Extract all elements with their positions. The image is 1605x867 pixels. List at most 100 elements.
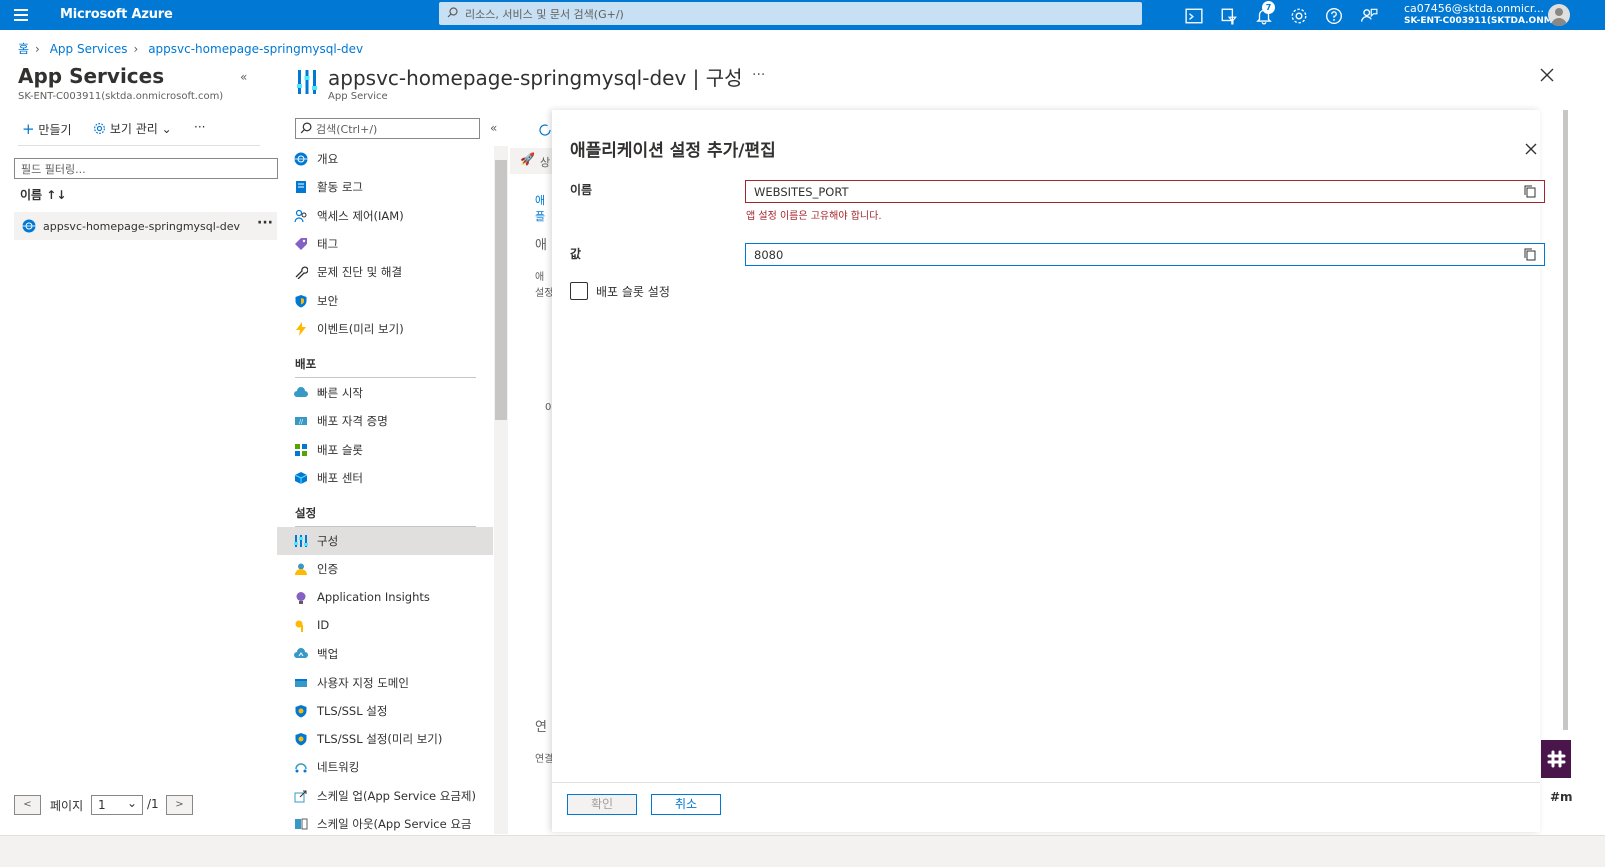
breadcrumb-app-services[interactable]: App Services (50, 42, 128, 56)
gear-icon (94, 123, 105, 134)
menu-item-label: 사용자 지정 도메인 (317, 675, 409, 690)
breadcrumb: 홈 › App Services › appsvc-homepage-springm… (18, 40, 369, 57)
background-banner-text: 상 (540, 156, 551, 169)
user-icon (294, 562, 308, 576)
resource-menu-search-input[interactable]: 검색(Ctrl+/) (295, 118, 480, 139)
menu-item-label: 태그 (317, 236, 339, 251)
menu-item[interactable]: 개요 (277, 145, 493, 173)
menu-item[interactable]: 문제 진단 및 해결 (277, 258, 493, 286)
feedback-icon[interactable] (1360, 7, 1378, 25)
manage-view-button[interactable]: 보기 관리 ⌄ (93, 120, 172, 137)
menu-item[interactable]: 스케일 아웃(App Service 요금 (277, 810, 493, 838)
hamburger-menu-icon[interactable] (14, 9, 28, 21)
tls-shield-icon (294, 732, 308, 746)
background-text: 애 (535, 272, 545, 283)
help-icon[interactable] (1325, 7, 1343, 25)
pager-prev-button[interactable]: < (14, 795, 41, 815)
slack-widget-icon[interactable] (1541, 740, 1571, 778)
background-text: 설정 (535, 288, 554, 299)
copy-icon[interactable] (1524, 248, 1536, 261)
name-field-value: WEBSITES_PORT (754, 185, 849, 199)
deployment-slot-setting-checkbox[interactable] (570, 282, 588, 300)
credentials-icon: // (294, 414, 308, 428)
resource-menu-collapse-icon[interactable]: « (490, 121, 497, 135)
list-item[interactable]: appsvc-homepage-springmysql-dev ··· (14, 212, 277, 240)
name-field[interactable]: WEBSITES_PORT (745, 180, 1545, 203)
user-avatar-icon (1551, 8, 1567, 26)
menu-item-label: 인증 (317, 562, 339, 577)
name-field-label: 이름 (570, 183, 593, 197)
toolbar-divider (18, 145, 260, 146)
ok-button[interactable]: 확인 (567, 794, 637, 815)
breadcrumb-separator-icon: › (35, 42, 40, 56)
menu-item[interactable]: TLS/SSL 설정 (277, 697, 493, 725)
menu-item[interactable]: // 배포 자격 증명 (277, 407, 493, 435)
breadcrumb-home[interactable]: 홈 (18, 42, 29, 56)
brand-title[interactable]: Microsoft Azure (60, 7, 173, 22)
menu-item[interactable]: 배포 슬롯 (277, 436, 493, 464)
menu-item[interactable]: 사용자 지정 도메인 (277, 669, 493, 697)
breadcrumb-current[interactable]: appsvc-homepage-springmysql-dev (148, 42, 363, 56)
chevron-down-icon: ⌄ (161, 122, 172, 136)
menu-item[interactable]: 네트워킹 (277, 753, 493, 781)
edit-app-setting-dialog: 애플리케이션 설정 추가/편집 이름 WEBSITES_PORT 앱 설정 이름… (552, 110, 1545, 832)
menu-item[interactable]: TLS/SSL 설정(미리 보기) (277, 725, 493, 753)
settings-gear-icon[interactable] (1290, 7, 1308, 25)
menu-item[interactable]: 배포 센터 (277, 464, 493, 492)
avatar[interactable] (1548, 4, 1570, 26)
menu-item[interactable]: 액세스 제어(IAM) (277, 202, 493, 230)
page-scrollbar[interactable] (1563, 110, 1568, 730)
slots-icon (294, 443, 308, 457)
menu-item-label: 보안 (317, 293, 339, 308)
create-button[interactable]: + 만들기 (22, 120, 72, 138)
menu-item-label: 이벤트(미리 보기) (317, 321, 404, 336)
menu-item[interactable]: Application Insights (277, 584, 493, 612)
menu-item-label: 백업 (317, 647, 339, 662)
menu-item[interactable]: 빠른 시작 (277, 379, 493, 407)
menu-item[interactable]: 태그 (277, 230, 493, 258)
global-search-input[interactable]: 리소스, 서비스 및 문서 검색(G+/) (439, 2, 1142, 25)
list-item-name: appsvc-homepage-springmysql-dev (43, 220, 241, 233)
resource-menu-scroll-thumb[interactable] (495, 160, 507, 420)
close-icon[interactable] (1525, 143, 1537, 155)
directory-filter-icon[interactable] (1220, 7, 1238, 25)
section-divider (295, 377, 476, 378)
menu-item[interactable]: 이벤트(미리 보기) (277, 315, 493, 343)
menu-item[interactable]: 인증 (277, 555, 493, 583)
page-title: appsvc-homepage-springmysql-dev | 구성 (328, 66, 743, 90)
page-select-value: 1 (98, 798, 106, 812)
menu-item[interactable]: 스케일 업(App Service 요금제) (277, 782, 493, 810)
background-text: 연결 (535, 754, 554, 765)
account-menu[interactable]: ca07456@sktda.onmicr... SK-ENT-C003911(S… (1404, 2, 1563, 28)
menu-item-label: 액세스 제어(IAM) (317, 208, 404, 223)
notification-count-badge: 7 (1262, 1, 1275, 14)
menu-item[interactable]: 백업 (277, 640, 493, 668)
search-icon (447, 7, 458, 18)
menu-item-label: TLS/SSL 설정(미리 보기) (317, 732, 443, 747)
page-select[interactable]: 1 ⌄ (91, 795, 143, 815)
copy-icon[interactable] (1524, 185, 1536, 198)
row-more-button[interactable]: ··· (257, 215, 273, 231)
menu-item[interactable]: 활동 로그 (277, 173, 493, 201)
key-icon (294, 619, 308, 633)
menu-item[interactable]: 보안 (277, 287, 493, 315)
column-header-name[interactable]: 이름 ↑↓ (20, 186, 66, 203)
resource-more-button[interactable]: ··· (752, 67, 765, 83)
cloud-shell-icon[interactable] (1185, 7, 1203, 25)
side-widget-text: #m (1550, 790, 1573, 804)
scale-up-icon (294, 789, 308, 803)
more-options-button[interactable]: ··· (194, 120, 205, 134)
left-panel-collapse-icon[interactable]: « (240, 70, 247, 84)
menu-item-label: 문제 진단 및 해결 (317, 265, 403, 280)
menu-item-label: Application Insights (317, 589, 430, 604)
log-icon (294, 180, 308, 194)
background-heading: 애 (535, 238, 547, 253)
menu-item-label: 배포 슬롯 (317, 442, 363, 457)
menu-item[interactable]: 구성 (277, 527, 493, 555)
pager-next-button[interactable]: > (166, 795, 193, 815)
field-filter-input[interactable]: 필드 필터링... (14, 158, 278, 179)
value-field[interactable]: 8080 (745, 243, 1545, 266)
close-icon[interactable] (1540, 68, 1554, 82)
cancel-button[interactable]: 취소 (651, 794, 721, 815)
menu-item[interactable]: ID (277, 612, 493, 640)
